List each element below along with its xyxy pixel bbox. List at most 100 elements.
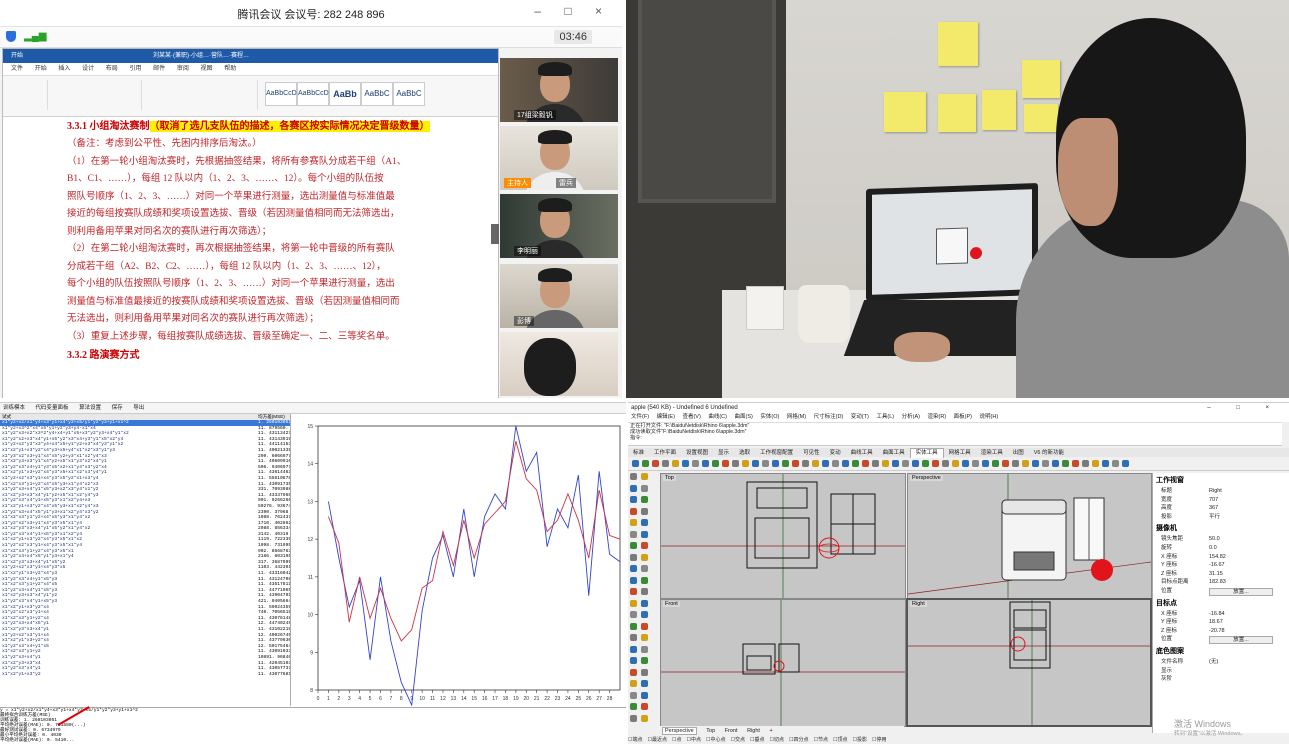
side-tool-icon[interactable] xyxy=(641,611,648,618)
tool-icon[interactable] xyxy=(742,460,749,467)
tool-icon[interactable] xyxy=(632,460,639,467)
viewport-right[interactable]: Right xyxy=(906,598,1152,727)
osnap-item[interactable]: ☐四分点 xyxy=(789,737,809,743)
viewport-label[interactable]: Front xyxy=(663,601,680,607)
toolbar-item[interactable]: 导出 xyxy=(133,405,144,411)
osnap-item[interactable]: ☐垂点 xyxy=(750,737,765,743)
side-tool-icon[interactable] xyxy=(641,645,648,653)
viewport-perspective[interactable]: Perspective xyxy=(907,473,1152,599)
word-tab[interactable]: 文件 xyxy=(11,66,23,72)
tool-icon[interactable] xyxy=(932,460,939,467)
tool-icon[interactable] xyxy=(972,460,979,467)
side-tool-icon[interactable] xyxy=(630,553,637,561)
viewport-label[interactable]: Right xyxy=(910,601,927,607)
menu-item[interactable]: 文件(F) xyxy=(631,414,649,420)
osnap-item[interactable]: ☐最近点 xyxy=(648,737,668,743)
menu-item[interactable]: 变动(T) xyxy=(851,414,869,420)
toolbar-tab[interactable]: 工作平面 xyxy=(649,449,681,458)
toolbar-tab[interactable]: 工作视窗配置 xyxy=(755,449,798,458)
tool-icon[interactable] xyxy=(762,460,769,467)
toolbar-tab[interactable]: 选取 xyxy=(734,449,755,458)
side-tool-icon[interactable] xyxy=(630,657,637,664)
toolbar-tab[interactable]: 可见性 xyxy=(798,449,825,458)
toolbar-tab[interactable]: 渲染工具 xyxy=(976,449,1008,458)
prop-value[interactable]: 182.83 xyxy=(1209,578,1226,587)
toolbar-item[interactable]: 训练模本 xyxy=(3,405,25,411)
prop-value[interactable]: 367 xyxy=(1209,504,1218,513)
menu-item[interactable]: 查看(V) xyxy=(682,414,700,420)
word-tab[interactable]: 插入 xyxy=(58,66,70,72)
tool-icon[interactable] xyxy=(862,460,869,467)
side-tool-icon[interactable] xyxy=(630,611,637,618)
menu-item[interactable]: 曲面(S) xyxy=(734,414,752,420)
side-tool-icon[interactable] xyxy=(641,473,648,480)
toolbar-tab[interactable]: 设置视图 xyxy=(681,449,713,458)
tool-icon[interactable] xyxy=(792,460,799,467)
osnap-item[interactable]: ☐交点 xyxy=(731,737,746,743)
participant-video[interactable]: 李明丽 xyxy=(500,194,618,258)
prop-value[interactable]: 18.67 xyxy=(1209,618,1223,627)
tool-icon[interactable] xyxy=(872,460,879,467)
place-button[interactable]: 放置... xyxy=(1209,587,1273,596)
tool-icon[interactable] xyxy=(1122,460,1129,467)
prop-value[interactable]: -20.78 xyxy=(1209,627,1225,636)
side-tool-icon[interactable] xyxy=(641,507,648,515)
side-tool-icon[interactable] xyxy=(630,473,637,480)
tool-icon[interactable] xyxy=(882,460,889,467)
osnap-item[interactable]: ☐切点 xyxy=(770,737,785,743)
tool-icon[interactable] xyxy=(892,460,899,467)
side-tool-icon[interactable] xyxy=(630,565,637,572)
word-tab[interactable]: 开始 xyxy=(35,66,47,72)
tool-icon[interactable] xyxy=(782,460,789,467)
tool-icon[interactable] xyxy=(802,460,809,467)
collapse-handle[interactable] xyxy=(491,224,499,244)
osnap-item[interactable]: ☐点 xyxy=(672,737,682,743)
tool-icon[interactable] xyxy=(1022,460,1029,467)
participant-video[interactable]: 彭博 xyxy=(500,264,618,328)
word-tab[interactable]: 帮助 xyxy=(224,66,236,72)
side-tool-icon[interactable] xyxy=(630,530,637,538)
side-tool-icon[interactable] xyxy=(630,668,637,676)
side-tool-icon[interactable] xyxy=(630,542,637,549)
prop-value[interactable]: 0.0 xyxy=(1209,544,1217,553)
side-tool-icon[interactable] xyxy=(641,588,648,595)
tool-icon[interactable] xyxy=(982,460,989,467)
word-tab[interactable]: 引用 xyxy=(129,66,141,72)
tool-icon[interactable] xyxy=(1032,460,1039,467)
prop-value[interactable]: -16.84 xyxy=(1209,610,1225,619)
signal-icon[interactable]: ▂▄▆ xyxy=(24,31,46,42)
tool-icon[interactable] xyxy=(952,460,959,467)
toolbar-item[interactable]: 代码变量面板 xyxy=(36,405,69,411)
side-tool-icon[interactable] xyxy=(630,519,637,526)
menu-item[interactable]: 工具(L) xyxy=(876,414,894,420)
word-tab[interactable]: 布局 xyxy=(106,66,118,72)
style-heading2[interactable]: AaBbC xyxy=(361,82,393,106)
vp-tab[interactable]: Perspective xyxy=(662,727,697,735)
side-tool-icon[interactable] xyxy=(630,576,637,584)
tool-icon[interactable] xyxy=(642,460,649,467)
toolbar-tab[interactable]: 曲面工具 xyxy=(878,449,910,458)
tool-icon[interactable] xyxy=(1102,460,1109,467)
osnap-item[interactable]: ☐端点 xyxy=(628,737,643,743)
window-controls[interactable]: – □ × xyxy=(534,4,612,18)
word-tab[interactable]: 设计 xyxy=(82,66,94,72)
side-tool-icon[interactable] xyxy=(641,530,648,538)
side-tool-icon[interactable] xyxy=(641,622,648,630)
window-controls[interactable]: – □ × xyxy=(1207,403,1281,413)
tool-icon[interactable] xyxy=(852,460,859,467)
command-history[interactable]: 正在打开文件: "F:\BaiduNetdisk\Rhino 6\apple.3… xyxy=(628,422,1282,446)
menu-item[interactable]: 编辑(E) xyxy=(657,414,675,420)
toolbar-item[interactable]: 保存 xyxy=(112,405,123,411)
prop-value[interactable]: (无) xyxy=(1209,658,1218,667)
tool-icon[interactable] xyxy=(842,460,849,467)
side-tool-icon[interactable] xyxy=(630,680,637,687)
side-tool-icon[interactable] xyxy=(641,634,648,641)
side-tool-icon[interactable] xyxy=(641,519,648,526)
side-tool-icon[interactable] xyxy=(630,484,637,492)
toolbar-tab[interactable]: 实体工具 xyxy=(909,448,944,458)
toolbar-tab[interactable]: 出图 xyxy=(1008,449,1029,458)
tool-icon[interactable] xyxy=(1072,460,1079,467)
tool-icon[interactable] xyxy=(812,460,819,467)
vp-tab[interactable]: Front xyxy=(725,728,738,734)
tool-icon[interactable] xyxy=(1062,460,1069,467)
